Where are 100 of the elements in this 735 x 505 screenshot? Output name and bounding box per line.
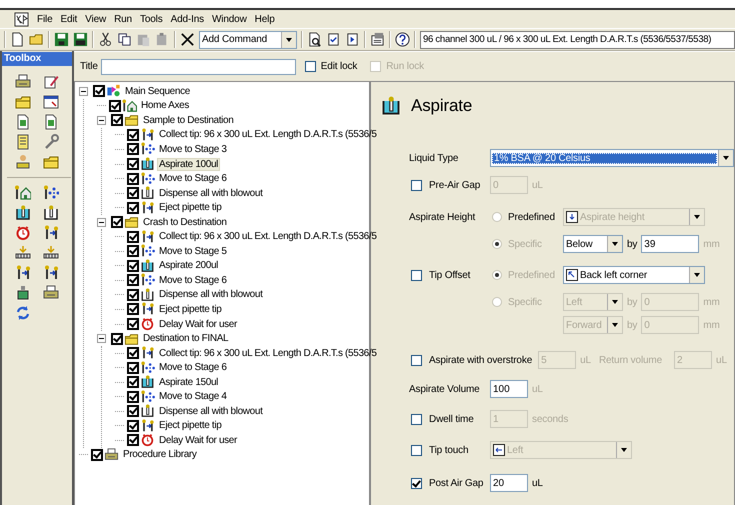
checkbox[interactable] [127, 376, 139, 388]
menu-item[interactable]: Edit [56, 14, 82, 24]
tree-item[interactable]: Delay Wait for user [158, 318, 238, 330]
tree-item[interactable]: Move to Stage 5 [158, 246, 228, 257]
tree-item[interactable]: Move to Stage 4 [158, 391, 228, 402]
tree-item[interactable]: Collect tip: 96 x 300 uL Ext. Length D.A.R.T.s (5536/5 [158, 129, 378, 140]
expander-toggle[interactable] [79, 86, 88, 96]
save-icon[interactable] [54, 32, 69, 47]
step-document-icon[interactable] [345, 32, 360, 47]
checkbox[interactable] [127, 390, 139, 403]
copy-icon[interactable] [117, 32, 132, 47]
tree-item[interactable]: Move to Stage 6 [158, 362, 228, 374]
printer-icon[interactable] [15, 74, 31, 90]
checkbox[interactable] [127, 362, 139, 374]
checkbox[interactable] [127, 187, 139, 200]
checkbox[interactable] [111, 332, 123, 345]
checkbox[interactable] [127, 420, 139, 432]
checkbox[interactable] [411, 270, 422, 280]
menu-item[interactable]: Tools [136, 14, 167, 24]
help-icon[interactable] [395, 32, 410, 47]
document-icon[interactable] [43, 114, 59, 130]
menu-item[interactable]: Window [208, 14, 251, 24]
pipette-icon[interactable] [43, 225, 59, 241]
tree-item[interactable]: Aspirate 150ul [158, 376, 220, 388]
menu-item[interactable]: Add-Ins [166, 14, 208, 24]
expander-toggle[interactable] [97, 218, 106, 227]
checkbox[interactable] [127, 172, 139, 185]
refresh-icon[interactable] [15, 305, 31, 321]
checkbox[interactable] [127, 434, 139, 446]
checkbox[interactable] [127, 143, 139, 156]
checkbox[interactable] [111, 216, 123, 228]
checkbox[interactable] [93, 85, 105, 98]
checkbox[interactable] [411, 180, 422, 190]
tree-item[interactable]: Collect tip: 96 x 300 uL Ext. Length D.A.R.T.s (5536/5 [158, 231, 378, 242]
expander-toggle[interactable] [97, 334, 106, 344]
tree-item[interactable]: Dispense all with blowout [158, 188, 264, 199]
instrument-field[interactable]: 96 channel 300 uL / 96 x 300 uL Ext. Length D.A.R.T.s (5536/5537/5538) [420, 30, 735, 48]
checkbox[interactable] [127, 260, 139, 272]
cut-icon[interactable] [98, 32, 113, 47]
tree-item[interactable]: Move to Stage 3 [158, 144, 228, 155]
tree-item[interactable]: Delay Wait for user [158, 434, 238, 446]
menu-item[interactable]: Help [250, 14, 279, 24]
dropdown[interactable]: Back left corner [563, 266, 705, 284]
tree-item[interactable]: Aspirate 100ul [158, 158, 220, 170]
tree-item[interactable]: Aspirate 200ul [158, 260, 220, 272]
document-icon[interactable] [15, 114, 31, 130]
tray-icon[interactable] [43, 245, 59, 261]
input-field[interactable]: 39 [641, 235, 700, 253]
checkbox[interactable] [411, 354, 422, 366]
menu-item[interactable]: Run [110, 14, 136, 24]
checkbox[interactable] [111, 114, 123, 126]
pipette-beaker-icon[interactable] [43, 205, 59, 221]
folder-icon[interactable] [43, 154, 59, 170]
tree-item[interactable]: Crash to Destination [142, 216, 228, 228]
save-all-icon[interactable] [73, 32, 88, 47]
delete-icon[interactable] [180, 32, 195, 47]
checkbox[interactable] [127, 303, 139, 316]
tree-item[interactable]: Eject pipette tip [158, 202, 222, 214]
new-document-icon[interactable] [10, 32, 25, 47]
tree-item[interactable]: Eject pipette tip [158, 420, 222, 432]
radio-button[interactable] [492, 212, 502, 222]
pipette-icon[interactable] [15, 265, 31, 281]
tree-item[interactable]: Dispense all with blowout [158, 406, 264, 417]
checkbox[interactable] [127, 405, 139, 418]
checkbox[interactable] [127, 128, 139, 141]
person-icon[interactable] [15, 154, 31, 170]
tree-item[interactable]: Home Axes [140, 100, 190, 112]
tree-item[interactable]: Move to Stage 6 [158, 274, 228, 286]
tree-item[interactable]: Move to Stage 6 [158, 173, 228, 184]
folder-icon[interactable] [15, 94, 31, 110]
menu-item[interactable]: View [81, 14, 110, 24]
tree-item[interactable]: Main Sequence [124, 86, 191, 97]
tray-icon[interactable] [15, 245, 31, 261]
checkbox[interactable] [411, 478, 422, 488]
dropdown[interactable]: Below [563, 235, 623, 253]
checkbox[interactable] [411, 444, 422, 456]
input-field[interactable]: 100 [490, 380, 528, 398]
pencil-document-icon[interactable] [43, 74, 59, 90]
checkbox[interactable] [127, 347, 139, 360]
tree-item[interactable]: Collect tip: 96 x 300 uL Ext. Length D.A.R.T.s (5536/5 [158, 348, 378, 359]
input-field[interactable]: 20 [490, 474, 528, 492]
tree-item[interactable]: Destination to FINAL [142, 333, 230, 344]
pipette-beaker-icon[interactable] [15, 205, 31, 221]
bottle-icon[interactable] [15, 285, 31, 301]
wrench-icon[interactable] [43, 134, 59, 150]
tree-item[interactable]: Eject pipette tip [158, 304, 222, 315]
checkbox[interactable] [304, 61, 316, 72]
checkbox[interactable] [127, 158, 139, 170]
alarm-clock-icon[interactable] [15, 225, 31, 241]
properties-icon[interactable] [370, 32, 385, 47]
checkbox[interactable] [127, 230, 139, 243]
printer-icon[interactable] [43, 285, 59, 301]
pipette-arrows-icon[interactable] [43, 185, 59, 201]
window-icon[interactable] [43, 94, 59, 110]
find-document-icon[interactable] [307, 32, 322, 47]
tree-item[interactable]: Procedure Library [122, 449, 198, 460]
checkbox[interactable] [91, 448, 103, 461]
liquid-type-dropdown[interactable]: 1% BSA @ 20 Celsius [490, 149, 734, 167]
pipette-house-icon[interactable] [15, 185, 31, 201]
menu-item[interactable]: File [33, 14, 57, 24]
